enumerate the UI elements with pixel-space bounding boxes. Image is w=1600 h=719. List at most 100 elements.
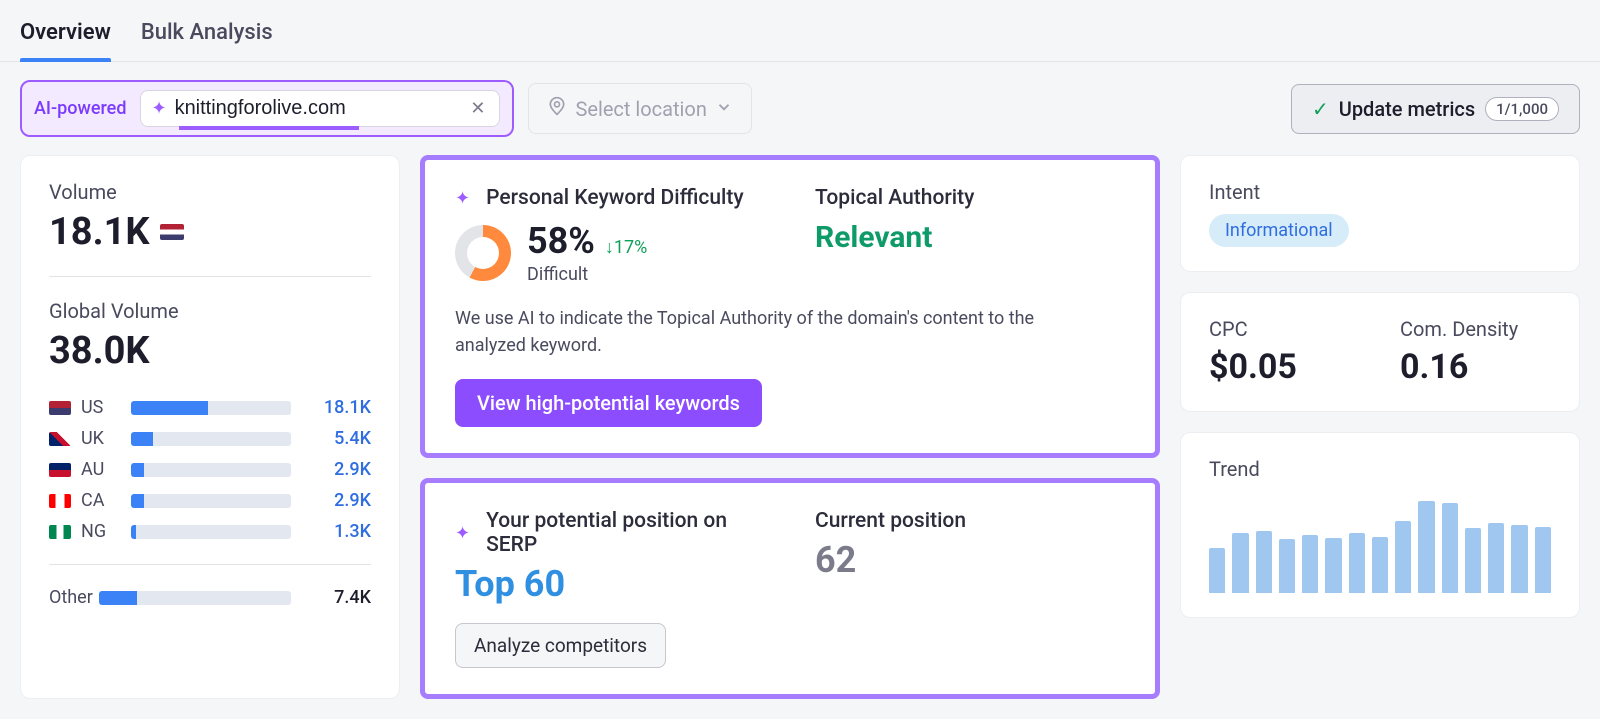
country-volume: 2.9K [301, 459, 371, 480]
country-code: NG [81, 521, 121, 542]
main-grid: Volume 18.1K Global Volume 38.0K US 18.1… [0, 155, 1600, 719]
divider [49, 564, 371, 565]
topical-authority-value: Relevant [815, 220, 1125, 255]
trend-bar [1232, 533, 1248, 593]
volume-bar [99, 591, 291, 605]
clear-icon[interactable]: ✕ [466, 98, 489, 119]
domain-input-wrap[interactable]: ✦ ✕ [140, 90, 500, 127]
flag-icon [49, 463, 71, 477]
sparkle-icon: ✦ [455, 188, 470, 209]
ai-powered-box: AI-powered ✦ ✕ [20, 80, 514, 137]
input-underline [179, 126, 359, 130]
location-pin-icon [547, 96, 567, 121]
country-code: AU [81, 459, 121, 480]
cpc-value: $0.05 [1209, 347, 1360, 387]
toolbar: AI-powered ✦ ✕ Select location ✓ Update … [0, 62, 1600, 155]
volume-bar [131, 432, 291, 446]
sparkle-icon: ✦ [151, 98, 166, 119]
volume-label: Volume [49, 180, 371, 204]
flag-icon [49, 432, 71, 446]
intent-card: Intent Informational [1180, 155, 1580, 272]
trend-bar [1511, 525, 1527, 593]
pkd-note: We use AI to indicate the Topical Author… [455, 305, 1095, 359]
analyze-competitors-button[interactable]: Analyze competitors [455, 623, 666, 668]
country-row[interactable]: NG 1.3K [49, 521, 371, 542]
volume-bar [131, 401, 291, 415]
update-counter: 1/1,000 [1485, 97, 1559, 121]
trend-bar [1325, 538, 1341, 593]
country-code: US [81, 397, 121, 418]
trend-bar [1442, 503, 1458, 593]
serp-card: ✦ Your potential position on SERP Top 60… [420, 478, 1160, 699]
country-row[interactable]: UK 5.4K [49, 428, 371, 449]
volume-bar [131, 463, 291, 477]
pkd-title: ✦ Personal Keyword Difficulty [455, 186, 765, 210]
serp-current-label: Current position [815, 509, 1125, 533]
volume-card: Volume 18.1K Global Volume 38.0K US 18.1… [20, 155, 400, 699]
domain-input[interactable] [175, 97, 467, 120]
divider [49, 276, 371, 277]
pkd-level: Difficult [527, 264, 647, 285]
country-volume: 1.3K [301, 521, 371, 542]
topical-authority-title: Topical Authority [815, 186, 1125, 210]
com-density-value: 0.16 [1400, 347, 1551, 387]
update-metrics-button[interactable]: ✓ Update metrics 1/1,000 [1291, 84, 1580, 134]
serp-current-value: 62 [815, 539, 1125, 581]
volume-bar [131, 494, 291, 508]
serp-potential-value: Top 60 [455, 563, 765, 605]
country-volume: 18.1K [301, 397, 371, 418]
country-code: CA [81, 490, 121, 511]
country-row-other: Other 7.4K [49, 587, 371, 608]
trend-bar [1535, 527, 1551, 593]
sparkle-icon: ✦ [455, 523, 470, 544]
com-density-label: Com. Density [1400, 317, 1551, 341]
trend-bar [1372, 537, 1388, 593]
pkd-card: ✦ Personal Keyword Difficulty 58% ↓17% D… [420, 155, 1160, 458]
view-keywords-button[interactable]: View high-potential keywords [455, 379, 762, 427]
volume-value: 18.1K [49, 210, 371, 254]
intent-label: Intent [1209, 180, 1551, 204]
cpc-card: CPC $0.05 Com. Density 0.16 [1180, 292, 1580, 412]
trend-bar [1209, 548, 1225, 593]
trend-label: Trend [1209, 457, 1551, 481]
serp-potential-label: ✦ Your potential position on SERP [455, 509, 765, 557]
tab-bulk-analysis[interactable]: Bulk Analysis [141, 20, 273, 61]
trend-bar [1395, 521, 1411, 593]
flag-icon [49, 494, 71, 508]
trend-card: Trend [1180, 432, 1580, 618]
country-row[interactable]: AU 2.9K [49, 459, 371, 480]
pkd-percent: 58% [527, 220, 595, 262]
trend-bar [1302, 535, 1318, 593]
country-volume: 2.9K [301, 490, 371, 511]
check-icon: ✓ [1312, 97, 1329, 121]
country-volume: 5.4K [301, 428, 371, 449]
location-select[interactable]: Select location [528, 83, 751, 134]
middle-column: ✦ Personal Keyword Difficulty 58% ↓17% D… [420, 155, 1160, 699]
intent-value: Informational [1209, 214, 1349, 247]
global-volume-value: 38.0K [49, 329, 371, 373]
flag-icon [49, 401, 71, 415]
ai-powered-label: AI-powered [34, 98, 130, 119]
country-code: UK [81, 428, 121, 449]
country-row[interactable]: CA 2.9K [49, 490, 371, 511]
trend-bar [1465, 528, 1481, 593]
location-placeholder: Select location [575, 97, 706, 121]
trend-chart [1209, 493, 1551, 593]
cpc-label: CPC [1209, 317, 1360, 341]
country-volume: 7.4K [301, 587, 371, 608]
us-flag-icon [160, 224, 184, 240]
tab-overview[interactable]: Overview [20, 20, 111, 61]
update-metrics-label: Update metrics [1339, 97, 1475, 121]
pkd-donut [455, 225, 511, 281]
right-column: Intent Informational CPC $0.05 Com. Dens… [1180, 155, 1580, 699]
tabs-bar: Overview Bulk Analysis [0, 0, 1600, 62]
trend-bar [1488, 523, 1504, 593]
trend-bar [1279, 539, 1295, 593]
trend-bar [1418, 501, 1434, 593]
trend-bar [1349, 533, 1365, 593]
chevron-down-icon [715, 97, 733, 121]
country-code: Other [49, 587, 89, 608]
volume-bar [131, 525, 291, 539]
country-row[interactable]: US 18.1K [49, 397, 371, 418]
pkd-delta: ↓17% [605, 237, 647, 258]
